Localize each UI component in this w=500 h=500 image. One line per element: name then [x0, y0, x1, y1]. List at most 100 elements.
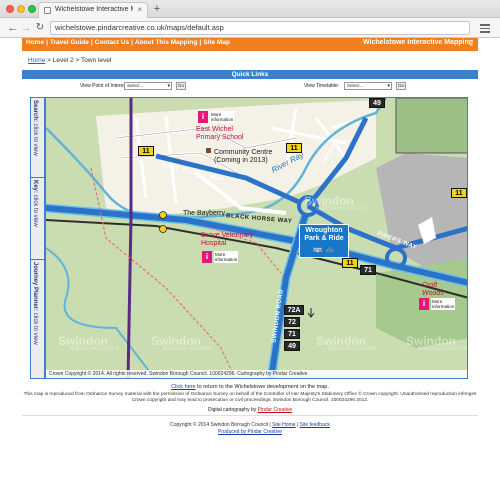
- watermark-subtext: BOROUGH COUNCIL: [163, 346, 213, 352]
- nav-link-site-map[interactable]: Site Map: [203, 39, 230, 46]
- hamburger-menu-icon[interactable]: [478, 22, 492, 34]
- maximize-window-button[interactable]: [28, 5, 36, 13]
- community-centre-marker: [206, 148, 211, 153]
- nav-link-home[interactable]: Home: [26, 39, 44, 46]
- park-ride-label: Wroughton Park & Ride: [304, 227, 344, 242]
- close-window-button[interactable]: [6, 5, 14, 13]
- pindar-creative-link[interactable]: Pindar Creative: [258, 407, 292, 413]
- info-pin-vet[interactable]: i More information: [202, 251, 242, 265]
- journey-tab-bold: Journey Planner:: [32, 262, 38, 312]
- nav-link-contact-us[interactable]: Contact Us: [95, 39, 129, 46]
- site-feedback-link[interactable]: Site feedback: [300, 422, 330, 428]
- info-pin-woods[interactable]: i More information: [419, 298, 459, 312]
- site-nav-bar: Home | Travel Guide | Contact Us | About This …: [22, 38, 478, 51]
- click-here-link[interactable]: Click here: [171, 384, 195, 390]
- breadcrumb: Home > Level 2 > Town level: [28, 57, 111, 64]
- route-badge[interactable]: 11: [342, 258, 358, 268]
- key-tab-hint: click to view: [32, 193, 38, 227]
- arrow-down-icon: [307, 308, 315, 318]
- route-badge[interactable]: 49: [369, 98, 385, 108]
- nav-link-about-mapping[interactable]: About This Mapping: [135, 39, 197, 46]
- council-watermark: Swindon BOROUGH COUNCIL: [58, 334, 120, 352]
- inset-minimap: [396, 98, 467, 153]
- produced-by-link[interactable]: Produced by Pindar Creative: [218, 429, 282, 435]
- journey-tab-label: Journey Planner: click to view: [32, 262, 38, 345]
- nav-separator: |: [90, 39, 93, 46]
- footer-copyright: Copyright © 2014 Swindon Borough Council…: [170, 422, 273, 428]
- produced-by-line: Produced by Pindar Creative: [0, 429, 500, 435]
- reload-icon[interactable]: ↻: [33, 21, 47, 35]
- tab-close-icon[interactable]: ×: [137, 5, 142, 14]
- route-badge[interactable]: 72A: [284, 305, 304, 315]
- return-link-line: Click here to return to the Wichelstowe …: [0, 384, 500, 390]
- watermark-subtext: BOROUGH COUNCIL: [316, 206, 366, 212]
- map-copyright: Crown Copyright © 2014. All rights reser…: [46, 370, 467, 378]
- quick-links-bar: Quick Links: [22, 70, 478, 79]
- side-tabs: Search: click to view Key: click to view…: [30, 97, 45, 379]
- search-tab-hint: click to view: [32, 122, 38, 156]
- route-badge[interactable]: 72: [284, 317, 300, 327]
- poi-select[interactable]: Select... ▾: [124, 82, 172, 90]
- croft-woods-label[interactable]: Croft Woods: [422, 282, 444, 298]
- stream: [46, 247, 156, 378]
- browser-window: Wichelstowe Interactive Map × + ← → ↻ wi…: [0, 0, 500, 500]
- timetable-select-value: Select...: [347, 83, 364, 88]
- council-watermark: Swindon BOROUGH COUNCIL: [304, 194, 366, 212]
- browser-tab[interactable]: Wichelstowe Interactive Map ×: [38, 2, 148, 18]
- poi-label: View Point of Interest:: [80, 83, 129, 89]
- nav-separator: |: [46, 39, 48, 46]
- search-side-tab[interactable]: Search: click to view: [31, 98, 44, 178]
- route-badge[interactable]: 71: [284, 329, 300, 339]
- tab-title: Wichelstowe Interactive Map: [55, 6, 133, 13]
- info-icon: i: [419, 298, 429, 310]
- route-badge[interactable]: 11: [451, 188, 467, 198]
- journey-tab-hint: click to view: [32, 311, 38, 345]
- bayberry-label[interactable]: The Bayberry: [183, 210, 225, 217]
- timetable-select[interactable]: Select... ▾: [344, 82, 392, 90]
- chevron-down-icon: ▾: [167, 83, 170, 89]
- timetable-go-button[interactable]: Go: [396, 82, 406, 90]
- key-tab-label: Key: click to view: [32, 180, 38, 227]
- route-badge[interactable]: 11: [138, 146, 154, 156]
- council-watermark: Swindon BOROUGH COUNCIL: [406, 334, 467, 352]
- browser-toolbar: ← → ↻ wichelstowe.pindarcreative.co.uk/m…: [0, 18, 500, 38]
- poi-select-value: Select...: [127, 83, 144, 88]
- footer-divider: [22, 415, 478, 416]
- key-side-tab[interactable]: Key: click to view: [31, 178, 44, 260]
- more-info-label: More information: [210, 111, 235, 123]
- breadcrumb-home-link[interactable]: Home: [28, 57, 45, 64]
- site-title: Wichelstowe Interactive Mapping: [362, 39, 473, 46]
- primary-school-label[interactable]: East Wichel Primary School: [196, 126, 243, 142]
- key-tab-bold: Key:: [32, 180, 38, 194]
- digital-prefix: Digital cartography by: [207, 407, 258, 413]
- nav-links: Home | Travel Guide | Contact Us | About This …: [26, 39, 230, 46]
- journey-planner-side-tab[interactable]: Journey Planner: click to view: [31, 260, 44, 378]
- os-disclaimer: This map is reproduced from Ordnance Sur…: [23, 392, 477, 403]
- search-tab-bold: Search:: [32, 100, 38, 123]
- forward-arrow-icon[interactable]: →: [19, 21, 33, 35]
- bus-stop-marker: [159, 225, 167, 233]
- timetable-label: View Timetable:: [304, 83, 340, 89]
- interactive-map[interactable]: East Wichel Primary School Community Cen…: [45, 97, 468, 379]
- route-badge[interactable]: 71: [360, 265, 376, 275]
- nav-separator: |: [131, 39, 133, 46]
- breadcrumb-area: Home > Level 2 > Town level: [22, 51, 478, 69]
- chevron-down-icon: ▾: [387, 83, 390, 89]
- site-home-link[interactable]: Site Home: [272, 422, 295, 428]
- nav-link-travel-guide[interactable]: Travel Guide: [50, 39, 89, 46]
- minimize-window-button[interactable]: [17, 5, 25, 13]
- route-badge[interactable]: 11: [286, 143, 302, 153]
- community-centre-label[interactable]: Community Centre (Coming in 2013): [214, 149, 272, 165]
- poi-go-button[interactable]: Go: [176, 82, 186, 90]
- info-pin-school[interactable]: i More information: [198, 111, 238, 125]
- vet-hospital-label[interactable]: Drove Veterinary Hospital: [201, 232, 253, 248]
- route-badge[interactable]: 49: [284, 341, 300, 351]
- council-watermark: Swindon BOROUGH COUNCIL: [316, 334, 378, 352]
- park-and-ride-box[interactable]: Wroughton Park & Ride 🚌 🚲: [299, 224, 349, 258]
- council-watermark: Swindon BOROUGH COUNCIL: [151, 334, 213, 352]
- new-tab-button[interactable]: +: [150, 2, 164, 16]
- digital-cartography-line: Digital cartography by Pindar Creative: [0, 407, 500, 413]
- address-bar[interactable]: wichelstowe.pindarcreative.co.uk/maps/de…: [50, 21, 470, 35]
- back-arrow-icon[interactable]: ←: [6, 21, 20, 35]
- footer-copyright-line: Copyright © 2014 Swindon Borough Council…: [0, 422, 500, 428]
